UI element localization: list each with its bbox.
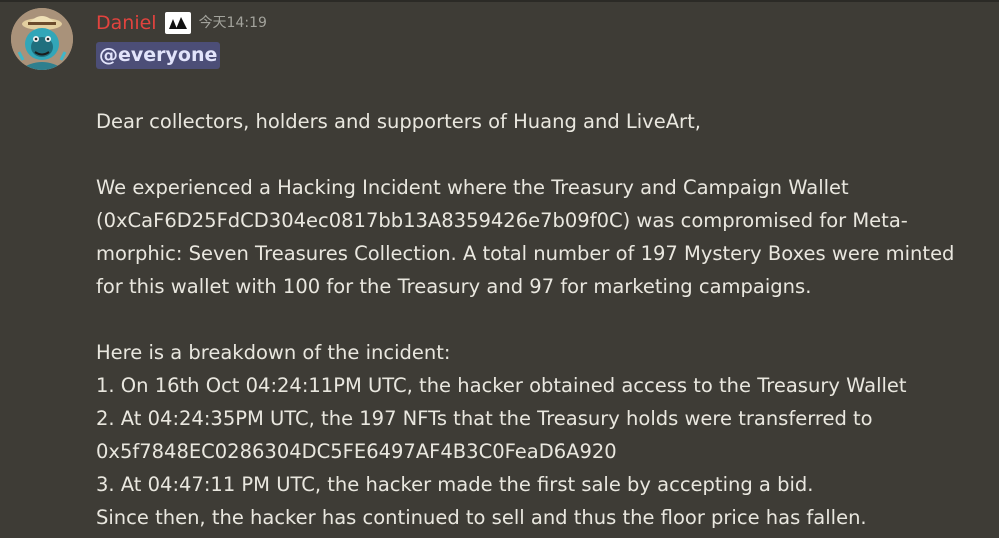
paragraph-line: for this wallet with 100 for the Treasur… [96, 275, 812, 298]
chat-message: Daniel 今天14:19 @everyone Dear collectors… [0, 0, 999, 538]
liveart-badge-icon[interactable] [164, 12, 191, 34]
breakdown-line: 1. On 16th Oct 04:24:11PM UTC, the hacke… [96, 374, 907, 397]
breakdown-heading: Here is a breakdown of the incident: [96, 341, 451, 364]
breakdown-line: 2. At 04:24:35PM UTC, the 197 NFTs that … [96, 407, 873, 430]
message-timestamp[interactable]: 今天14:19 [199, 10, 267, 36]
message-body: Dear collectors, holders and supporters … [96, 105, 986, 534]
wallet-address: 0x5f7848EC0286304DC5FE6497AF4B3C0FeaD6A9… [96, 440, 617, 463]
paragraph-line: morphic: Seven Treasures Collection. A t… [96, 242, 955, 265]
avatar[interactable] [11, 8, 73, 70]
message-header: Daniel 今天14:19 [96, 10, 267, 36]
avatar-image [11, 8, 73, 70]
author-name[interactable]: Daniel [96, 10, 157, 36]
everyone-mention[interactable]: @everyone [96, 42, 221, 69]
greeting-text: Dear collectors, holders and supporters … [96, 110, 701, 133]
breakdown-line: Since then, the hacker has continued to … [96, 506, 867, 529]
paragraph-line: We experienced a Hacking Incident where … [96, 176, 849, 199]
breakdown-line: 3. At 04:47:11 PM UTC, the hacker made t… [96, 473, 814, 496]
paragraph-line: (0xCaF6D25FdCD304ec0817bb13A8359426e7b09… [96, 209, 908, 232]
